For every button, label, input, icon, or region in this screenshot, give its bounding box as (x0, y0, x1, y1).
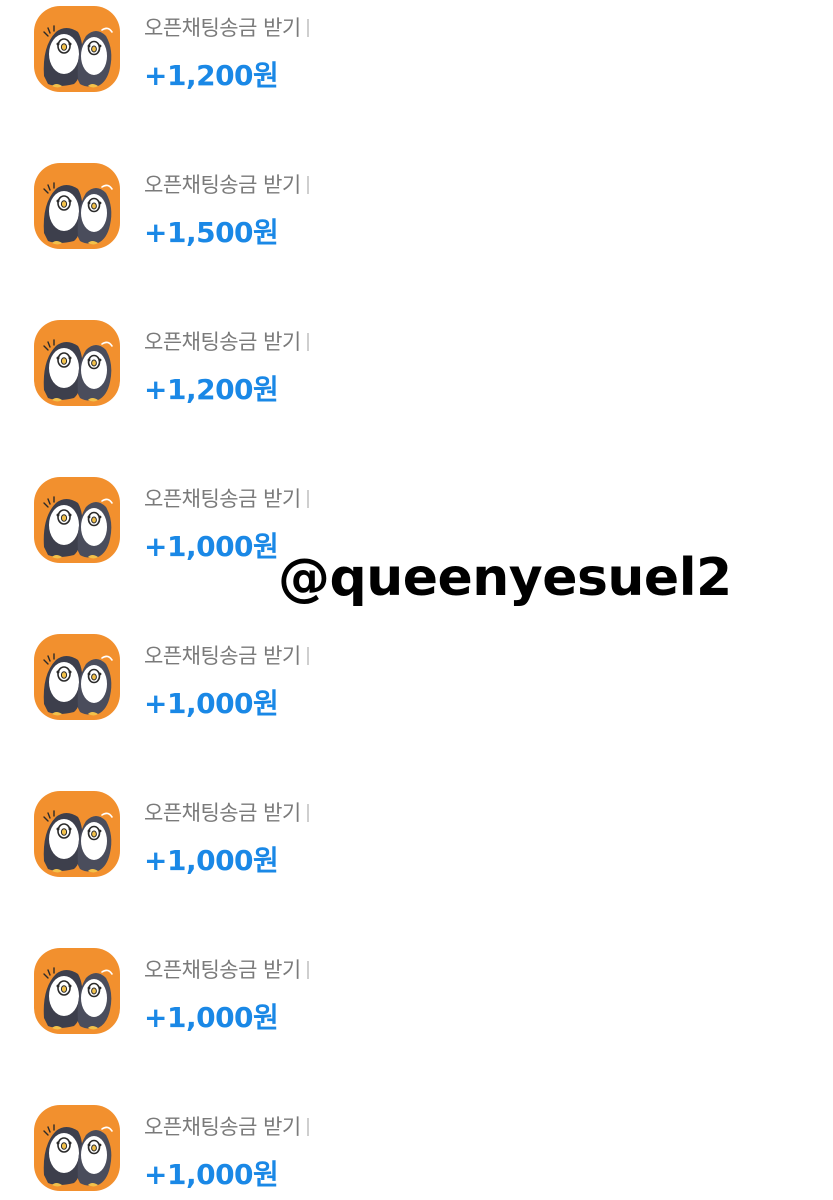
transaction-description-text: 오픈채팅송금 받기 (144, 801, 301, 825)
penguin-pair-icon (34, 320, 120, 406)
transaction-description-text: 오픈채팅송금 받기 (144, 330, 301, 354)
divider (306, 19, 309, 37)
transaction-description-text: 오픈채팅송금 받기 (144, 487, 301, 511)
divider (306, 490, 309, 508)
transaction-description: 오픈채팅송금 받기 (144, 169, 309, 199)
transaction-description: 오픈채팅송금 받기 (144, 797, 309, 827)
transaction-row[interactable]: 오픈채팅송금 받기 +1,200원 (0, 0, 700, 100)
penguin-pair-icon (34, 791, 120, 877)
transaction-row[interactable]: 오픈채팅송금 받기 +1,200원 (0, 314, 700, 414)
penguin-pair-icon (34, 634, 120, 720)
divider (306, 333, 309, 351)
transaction-amount: +1,000원 (144, 1158, 279, 1191)
transaction-row[interactable]: 오픈채팅송금 받기 +1,000원 (0, 942, 700, 1042)
transaction-description-text: 오픈채팅송금 받기 (144, 958, 301, 982)
transaction-description-text: 오픈채팅송금 받기 (144, 173, 301, 197)
penguin-pair-icon (34, 6, 120, 92)
transaction-description: 오픈채팅송금 받기 (144, 640, 309, 670)
transaction-description: 오픈채팅송금 받기 (144, 483, 309, 513)
transaction-description: 오픈채팅송금 받기 (144, 1111, 309, 1141)
transaction-row[interactable]: 오픈채팅송금 받기 +1,000원 (0, 1099, 700, 1199)
transaction-amount: +1,500원 (144, 216, 279, 249)
divider (306, 961, 309, 979)
transaction-amount: +1,000원 (144, 1001, 279, 1034)
transaction-description-text: 오픈채팅송금 받기 (144, 1115, 301, 1139)
divider (306, 176, 309, 194)
transaction-description-text: 오픈채팅송금 받기 (144, 644, 301, 668)
transaction-amount: +1,200원 (144, 59, 279, 92)
transaction-description-text: 오픈채팅송금 받기 (144, 16, 301, 40)
watermark-text: @queenyesuel2 (278, 548, 732, 608)
penguin-pair-icon (34, 948, 120, 1034)
penguin-pair-icon (34, 1105, 120, 1191)
divider (306, 804, 309, 822)
transaction-row[interactable]: 오픈채팅송금 받기 +1,500원 (0, 157, 700, 257)
transaction-row[interactable]: 오픈채팅송금 받기 +1,000원 (0, 785, 700, 885)
transaction-description: 오픈채팅송금 받기 (144, 954, 309, 984)
penguin-pair-icon (34, 163, 120, 249)
transaction-amount: +1,000원 (144, 844, 279, 877)
divider (306, 647, 309, 665)
transaction-description: 오픈채팅송금 받기 (144, 326, 309, 356)
transaction-amount: +1,000원 (144, 687, 279, 720)
transaction-description: 오픈채팅송금 받기 (144, 12, 309, 42)
transaction-amount: +1,000원 (144, 530, 279, 563)
penguin-pair-icon (34, 477, 120, 563)
transaction-row[interactable]: 오픈채팅송금 받기 +1,000원 (0, 628, 700, 728)
transaction-amount: +1,200원 (144, 373, 279, 406)
divider (306, 1118, 309, 1136)
